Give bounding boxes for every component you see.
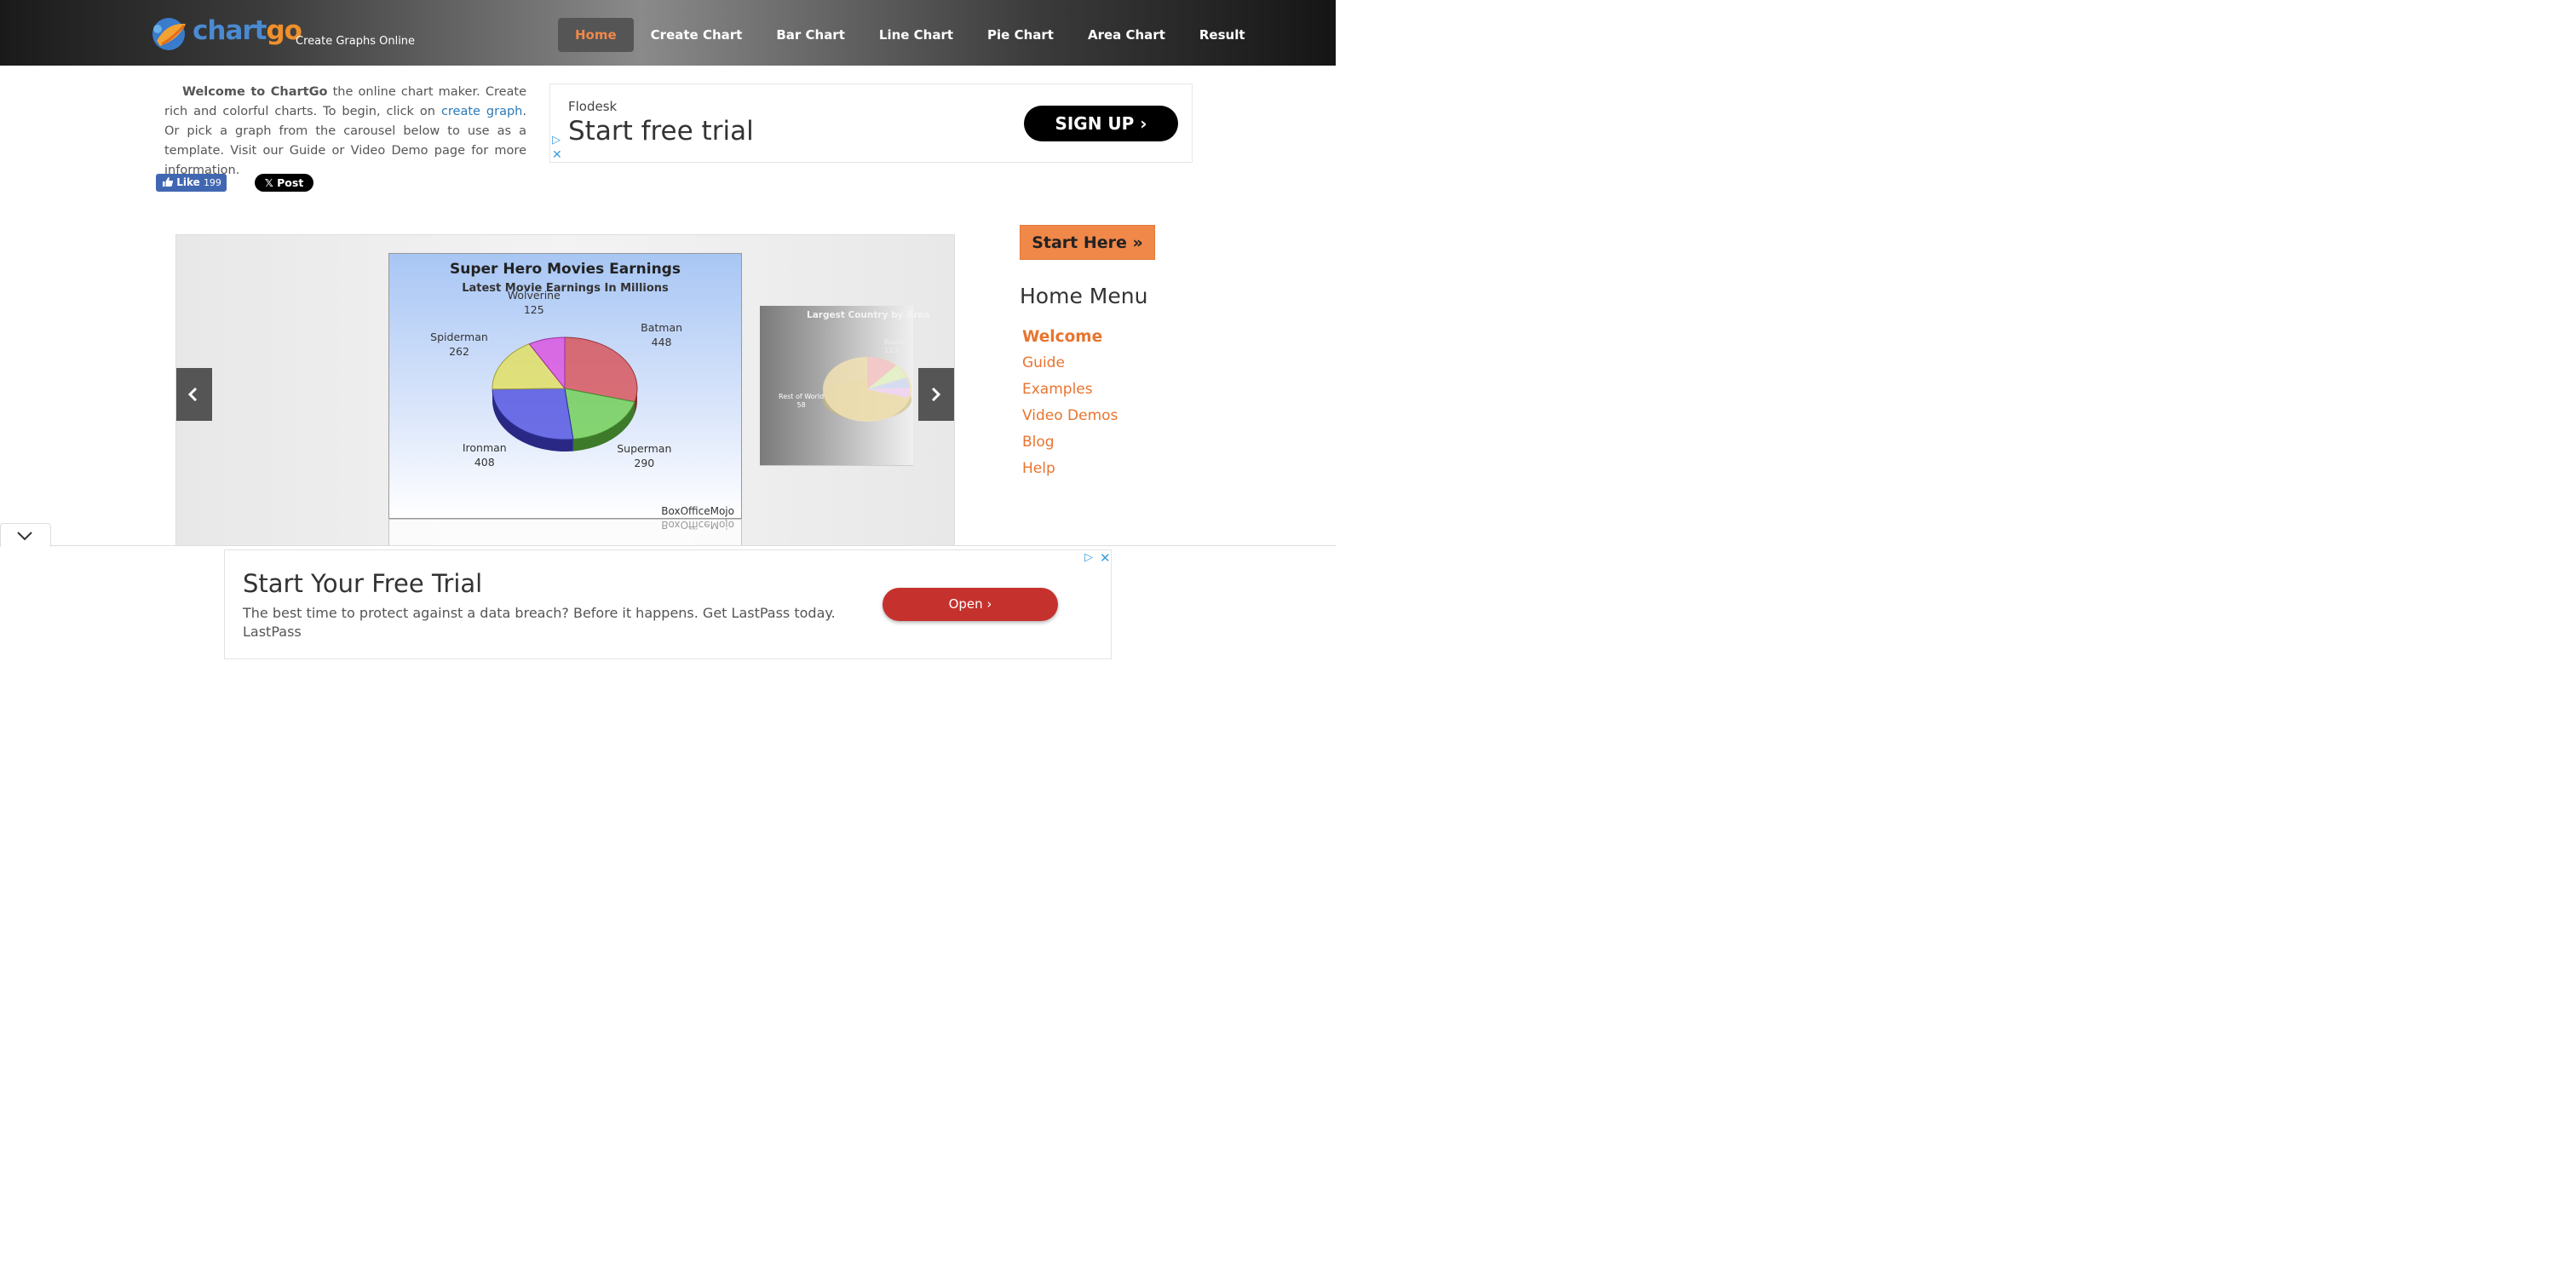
- tagline: Create Graphs Online: [296, 35, 416, 48]
- facebook-like-button[interactable]: Like 199: [156, 174, 227, 192]
- thumbs-up-icon: [163, 177, 174, 187]
- pie-label-name: Wolverine: [507, 289, 561, 302]
- main-nav: Home Create Chart Bar Chart Line Chart Pie C…: [558, 18, 1262, 52]
- menu-item-video-demos[interactable]: Video Demos: [1022, 406, 1118, 433]
- pie-label-value: 262: [449, 345, 469, 359]
- carousel-prev-button[interactable]: [176, 368, 212, 421]
- create-graph-link[interactable]: create graph: [441, 105, 522, 118]
- reflection-source: BoxOfficeMojo: [661, 519, 734, 531]
- pie-label-name: Ironman: [462, 441, 507, 455]
- pie-label-superman: Superman 290: [610, 441, 678, 470]
- pie-slice-ironman: [492, 388, 574, 440]
- start-here-button[interactable]: Start Here »: [1020, 225, 1155, 260]
- menu-item-examples[interactable]: Examples: [1022, 380, 1118, 406]
- x-icon: 𝕏: [264, 176, 273, 189]
- pie-label-name: Spiderman: [430, 331, 488, 344]
- chart-source: BoxOfficeMojo: [661, 505, 734, 517]
- pie-label-ironman: Ironman 408: [451, 440, 519, 469]
- ad-bottom-brand: LastPass: [243, 624, 302, 640]
- side-label-rest: Rest of World 58: [779, 393, 824, 410]
- side-label-rest-name: Rest of World: [779, 393, 825, 400]
- ad-bottom-description: The best time to protect against a data …: [243, 605, 836, 621]
- like-count: 199: [203, 177, 221, 188]
- bottom-ad-banner[interactable]: Start Your Free Trial The best time to p…: [224, 549, 1112, 659]
- welcome-text: Welcome to ChartGo the online chart make…: [164, 83, 526, 181]
- side-pie-chart: [823, 357, 911, 422]
- ad-choices-icon[interactable]: ▷: [552, 134, 561, 147]
- chevron-down-icon: [17, 532, 32, 541]
- side-label-russia-value: 11.5: [884, 347, 900, 354]
- pie-label-value: 408: [474, 456, 495, 469]
- nav-pie-chart[interactable]: Pie Chart: [970, 18, 1071, 52]
- nav-create-chart[interactable]: Create Chart: [634, 18, 760, 52]
- side-label-rest-value: 58: [796, 401, 806, 409]
- pie-label-value: 125: [523, 303, 544, 317]
- carousel-main-slide[interactable]: Super Hero Movies Earnings Latest Movie …: [388, 253, 742, 519]
- pie-label-batman: Batman 448: [628, 320, 696, 349]
- pie-label-name: Batman: [641, 320, 683, 334]
- ad-open-label: Open: [948, 596, 983, 612]
- nav-bar-chart[interactable]: Bar Chart: [759, 18, 862, 52]
- chart-carousel: Super Hero Movies Earnings Latest Movie …: [175, 234, 955, 549]
- nav-line-chart[interactable]: Line Chart: [862, 18, 970, 52]
- ad-open-button[interactable]: Open ›: [883, 588, 1058, 621]
- home-menu: Welcome Guide Examples Video Demos Blog Help: [1022, 327, 1118, 486]
- ad-close-icon[interactable]: ✕: [552, 148, 562, 162]
- ad-choices-icon[interactable]: ▷: [1084, 551, 1093, 564]
- menu-item-help[interactable]: Help: [1022, 459, 1118, 486]
- side-label-russia: Russia 11.5: [884, 338, 906, 355]
- ad-bottom-headline: Start Your Free Trial: [243, 569, 483, 598]
- header-bar: chartgo Create Graphs Online Home Create …: [0, 0, 1336, 66]
- carousel-side-slide[interactable]: Largest Country by Area Rest of World 58 …: [760, 306, 930, 466]
- pie-label-value: 448: [651, 335, 672, 348]
- carousel-next-button[interactable]: [918, 368, 954, 421]
- like-label: Like: [176, 176, 200, 188]
- ad-close-icon[interactable]: ✕: [1100, 550, 1111, 566]
- chevron-right-icon: ›: [986, 596, 992, 612]
- logo-wordmark[interactable]: chartgo: [193, 15, 302, 46]
- ad-brand: Flodesk: [568, 99, 618, 114]
- ad-signup-button[interactable]: SIGN UP ›: [1024, 106, 1178, 141]
- top-ad-banner[interactable]: Flodesk Start free trial SIGN UP › ▷ ✕: [549, 83, 1193, 163]
- nav-area-chart[interactable]: Area Chart: [1071, 18, 1182, 52]
- pie-label-wolverine: Wolverine 125: [500, 288, 568, 317]
- pie-label-value: 290: [634, 456, 655, 469]
- menu-item-blog[interactable]: Blog: [1022, 433, 1118, 459]
- nav-home[interactable]: Home: [558, 18, 634, 52]
- chevron-right-icon: [931, 388, 941, 401]
- menu-item-guide[interactable]: Guide: [1022, 354, 1118, 380]
- x-post-button[interactable]: 𝕏 Post: [255, 174, 313, 192]
- ad-headline: Start free trial: [568, 116, 754, 147]
- logo-part-chart: chart: [193, 15, 267, 46]
- pie-label-name: Superman: [617, 441, 672, 455]
- post-label: Post: [277, 176, 304, 189]
- side-label-russia-name: Russia: [884, 338, 906, 346]
- pie-label-spiderman: Spiderman 262: [425, 330, 493, 359]
- home-menu-title: Home Menu: [1020, 284, 1148, 308]
- chartgo-logo-icon[interactable]: [150, 15, 193, 53]
- welcome-bold: Welcome to ChartGo: [182, 85, 328, 99]
- collapse-ad-button[interactable]: [0, 523, 51, 547]
- chevron-right-icon: ›: [1140, 113, 1147, 134]
- nav-result[interactable]: Result: [1182, 18, 1262, 52]
- ad-signup-label: SIGN UP: [1055, 113, 1135, 134]
- chevron-left-icon: [187, 388, 198, 401]
- menu-item-welcome[interactable]: Welcome: [1022, 327, 1118, 354]
